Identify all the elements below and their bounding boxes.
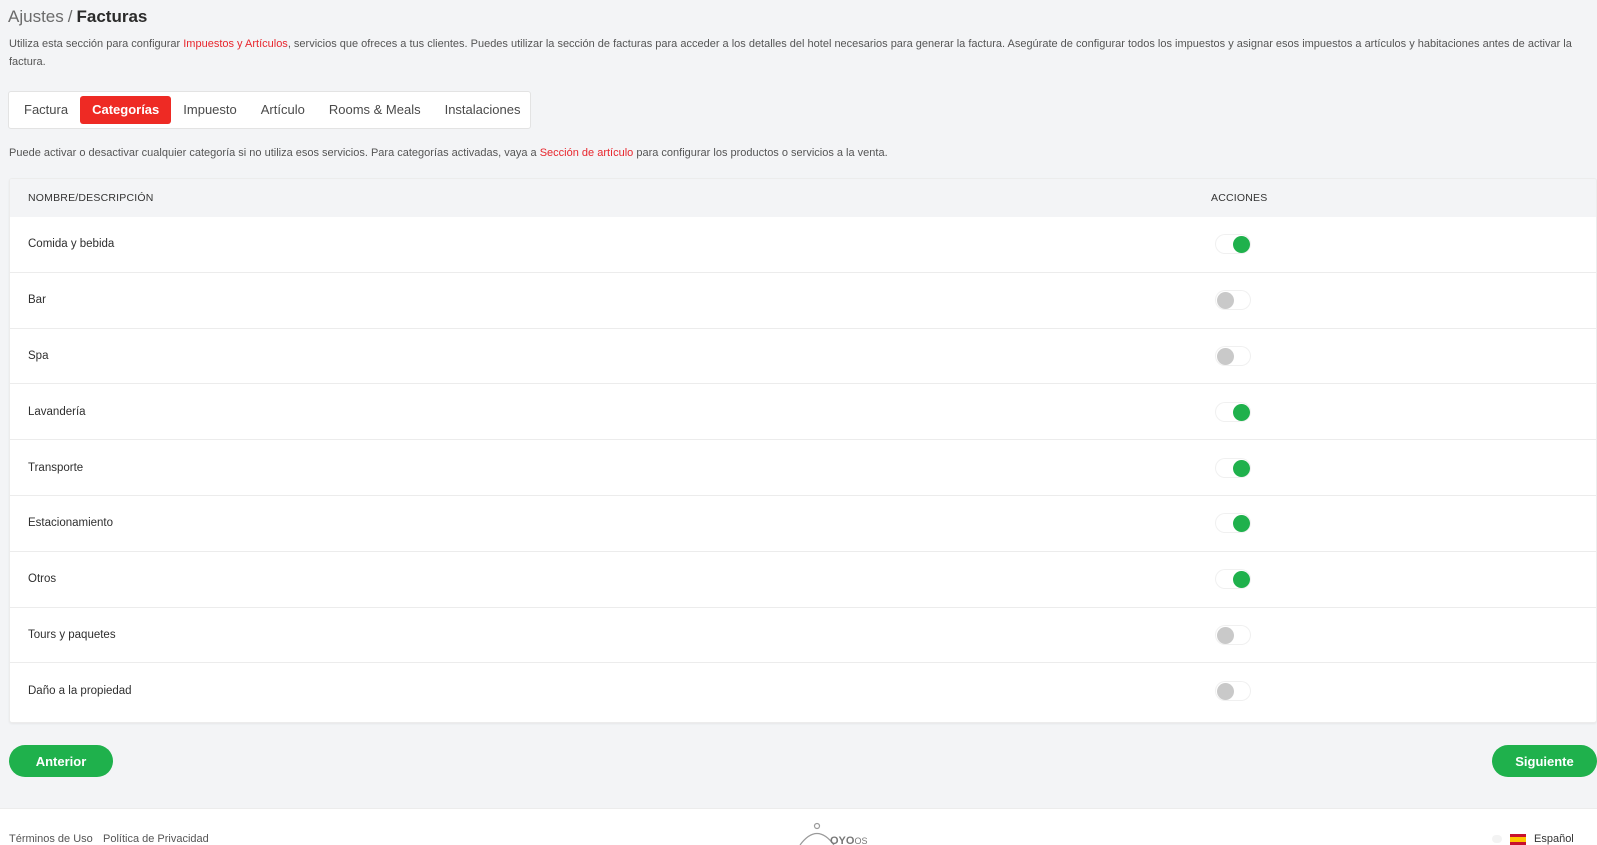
- toggle-knob: [1233, 403, 1250, 421]
- helper-text-before: Puede activar o desactivar cualquier cat…: [9, 147, 540, 159]
- category-toggle[interactable]: [1215, 345, 1251, 366]
- tab-impuesto[interactable]: Impuesto: [171, 96, 248, 124]
- items-link[interactable]: Artículos: [245, 38, 288, 50]
- breadcrumb-separator: /: [67, 7, 73, 26]
- language-toggle[interactable]: [1492, 835, 1502, 843]
- category-label: Lavandería: [28, 405, 86, 418]
- logo-suffix: OS: [854, 836, 868, 845]
- table-row: Transporte: [10, 440, 1596, 496]
- next-button[interactable]: Siguiente: [1492, 745, 1597, 777]
- taxes-link[interactable]: Impuestos: [183, 38, 234, 50]
- toggle-knob: [1217, 292, 1234, 310]
- logo-brand: OYO: [830, 835, 855, 845]
- toggle-knob: [1217, 347, 1234, 365]
- toggle-knob: [1217, 626, 1234, 644]
- table-row: Comida y bebida: [10, 217, 1596, 273]
- helper-text: Puede activar o desactivar cualquier cat…: [9, 145, 888, 161]
- category-toggle[interactable]: [1215, 290, 1251, 311]
- helper-text-after: para configurar los productos o servicio…: [633, 147, 888, 159]
- table-row: Bar: [10, 273, 1596, 329]
- column-header-name: NOMBRE/DESCRIPCIÓN: [28, 192, 154, 204]
- intro-conjunction: y: [234, 38, 246, 50]
- toggle-knob: [1233, 459, 1250, 477]
- tab-articulo[interactable]: Artículo: [249, 96, 317, 124]
- table-row: Daño a la propiedad: [10, 663, 1596, 719]
- item-section-link[interactable]: Sección de artículo: [540, 147, 634, 159]
- breadcrumb-parent[interactable]: Ajustes: [8, 7, 64, 26]
- category-label: Spa: [28, 349, 49, 362]
- column-header-actions: ACCIONES: [1211, 192, 1268, 204]
- table-header: NOMBRE/DESCRIPCIÓN ACCIONES: [10, 179, 1596, 217]
- privacy-link[interactable]: Política de Privacidad: [103, 833, 209, 845]
- invoice-tabs: Factura Categorías Impuesto Artículo Roo…: [8, 91, 531, 129]
- toggle-knob: [1233, 515, 1250, 533]
- category-toggle[interactable]: [1215, 513, 1251, 534]
- tab-categorias[interactable]: Categorías: [80, 96, 172, 124]
- breadcrumb: Ajustes / Facturas: [8, 6, 147, 28]
- table-row: Otros: [10, 552, 1596, 608]
- intro-text: Utiliza esta sección para configurar Imp…: [9, 36, 1589, 71]
- table-row: Spa: [10, 329, 1596, 385]
- category-toggle[interactable]: [1215, 681, 1251, 702]
- toggle-knob: [1217, 683, 1234, 701]
- tab-rooms-meals[interactable]: Rooms & Meals: [317, 96, 433, 124]
- category-label: Daño a la propiedad: [28, 685, 132, 698]
- categories-table: NOMBRE/DESCRIPCIÓN ACCIONES Comida y beb…: [9, 178, 1597, 723]
- category-toggle[interactable]: [1215, 457, 1251, 478]
- footer: Términos de Uso Política de Privacidad O…: [0, 808, 1597, 845]
- table-row: Tours y paquetes: [10, 608, 1596, 664]
- category-toggle[interactable]: [1215, 401, 1251, 422]
- toggle-knob: [1233, 236, 1250, 254]
- table-row: Lavandería: [10, 384, 1596, 441]
- toggle-knob: [1233, 571, 1250, 589]
- page-title: Facturas: [76, 7, 148, 26]
- category-toggle[interactable]: [1215, 234, 1251, 255]
- logo-text: OYOOS: [830, 835, 867, 845]
- category-label: Estacionamiento: [28, 517, 114, 530]
- category-label: Comida y bebida: [28, 238, 115, 251]
- previous-button[interactable]: Anterior: [9, 745, 113, 777]
- terms-link[interactable]: Términos de Uso: [9, 833, 93, 845]
- table-row: Estacionamiento: [10, 496, 1596, 552]
- category-label: Bar: [28, 294, 46, 307]
- language-selector[interactable]: Español: [1510, 833, 1574, 845]
- category-toggle[interactable]: [1215, 624, 1251, 645]
- tab-factura[interactable]: Factura: [24, 96, 80, 124]
- tab-instalaciones[interactable]: Instalaciones: [433, 96, 533, 124]
- category-label: Tours y paquetes: [28, 628, 116, 641]
- category-label: Transporte: [28, 461, 84, 474]
- category-label: Otros: [28, 573, 57, 586]
- language-label: Español: [1534, 833, 1574, 845]
- intro-text-before: Utiliza esta sección para configurar: [9, 38, 184, 50]
- category-toggle[interactable]: [1215, 569, 1251, 590]
- spain-flag-icon: [1510, 833, 1526, 845]
